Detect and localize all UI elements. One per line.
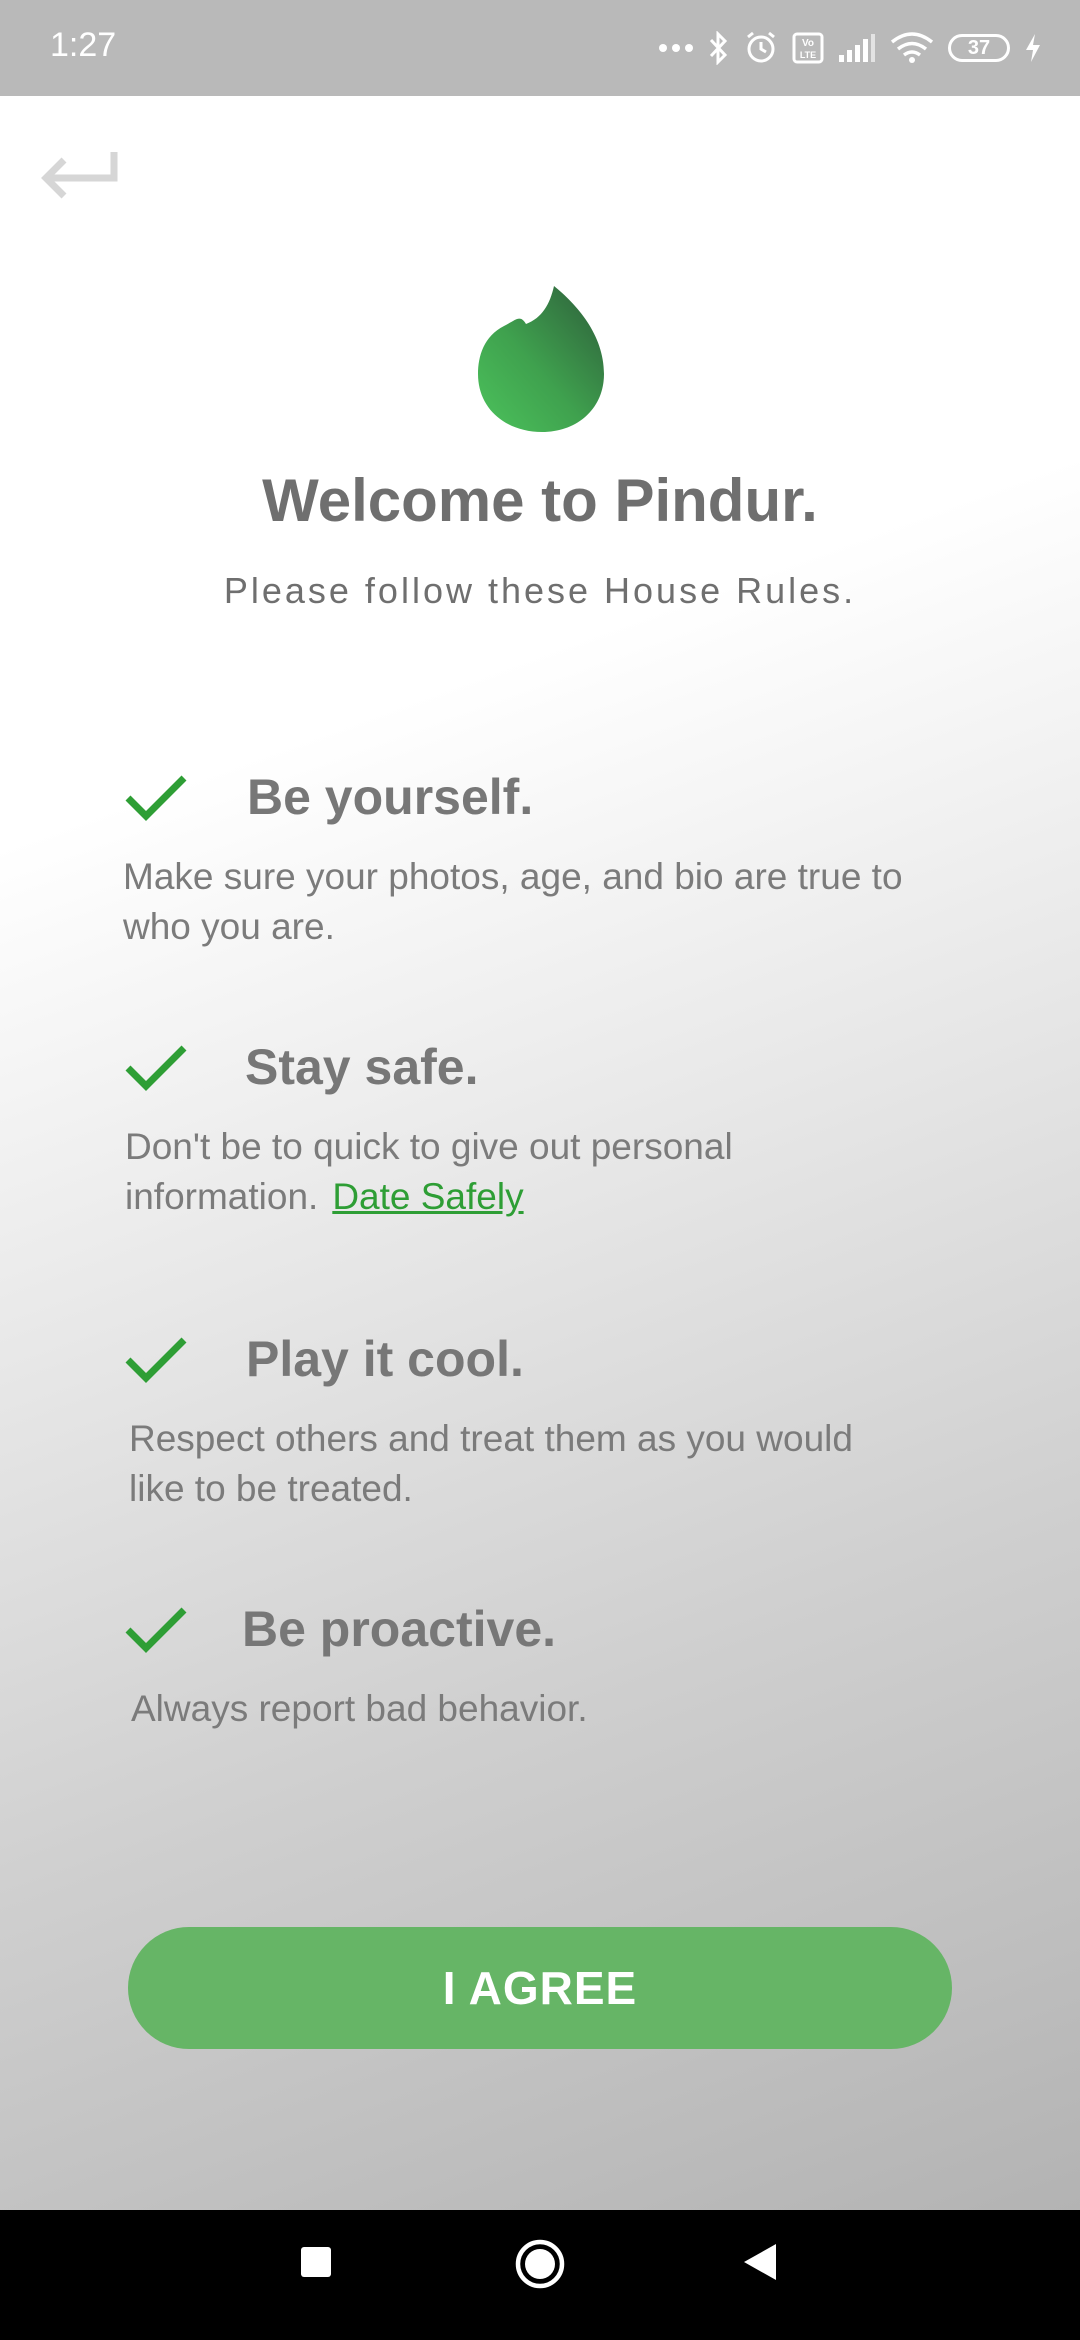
back-arrow-icon — [41, 152, 118, 199]
home-button[interactable] — [514, 2238, 566, 2290]
more-dots-icon — [658, 43, 694, 53]
charging-icon — [1024, 33, 1042, 63]
rule-description-be-yourself: Make sure your photos, age, and bio are … — [123, 856, 903, 947]
signal-icon — [838, 33, 876, 63]
rule-title-play-it-cool: Play it cool. — [246, 1331, 524, 1387]
rule-description-be-proactive: Always report bad behavior. — [131, 1688, 588, 1729]
bluetooth-icon — [708, 31, 730, 65]
rule-title-be-proactive: Be proactive. — [242, 1601, 557, 1657]
rule-title-stay-safe: Stay safe. — [245, 1039, 479, 1095]
check-icon — [125, 775, 187, 821]
welcome-subtitle: Please follow these House Rules. — [223, 570, 857, 611]
i-agree-button[interactable]: I AGREE — [128, 1927, 952, 2049]
rule-description-stay-safe: Don't be to quick to give out personal i… — [125, 1122, 905, 1222]
flame-logo-icon — [476, 284, 606, 434]
status-icons: Vo LTE 37 — [658, 24, 1042, 72]
recents-button[interactable] — [298, 2244, 334, 2280]
rule-title-be-yourself: Be yourself. — [247, 769, 534, 825]
back-triangle-icon — [744, 2244, 776, 2280]
alarm-icon — [744, 31, 778, 65]
rule-description-play-it-cool: Respect others and treat them as you wou… — [129, 1418, 853, 1509]
app-screen: 1:27 Vo LTE 37 Welcome to Pindur. Please… — [0, 0, 1080, 2340]
svg-text:LTE: LTE — [800, 50, 816, 60]
status-bar: 1:27 Vo LTE 37 — [0, 0, 1080, 96]
system-nav-bar — [0, 2210, 1080, 2340]
check-icon — [125, 1607, 187, 1653]
check-icon — [125, 1045, 187, 1091]
battery-level: 37 — [967, 36, 991, 59]
recents-square-icon — [301, 2247, 331, 2277]
wifi-icon — [890, 32, 934, 64]
status-time: 1:27 — [50, 26, 117, 64]
home-circle-icon — [515, 2239, 565, 2289]
welcome-title: Welcome to Pindur. — [262, 467, 818, 534]
nav-back-button[interactable] — [742, 2242, 778, 2282]
date-safely-link[interactable]: Date Safely — [332, 1176, 523, 1217]
battery-icon: 37 — [948, 34, 1010, 62]
svg-text:Vo: Vo — [802, 38, 814, 49]
check-icon — [125, 1337, 187, 1383]
back-button[interactable] — [36, 146, 122, 206]
house-rules-content: Welcome to Pindur. Please follow these H… — [0, 96, 1080, 2210]
volte-icon: Vo LTE — [792, 32, 824, 64]
